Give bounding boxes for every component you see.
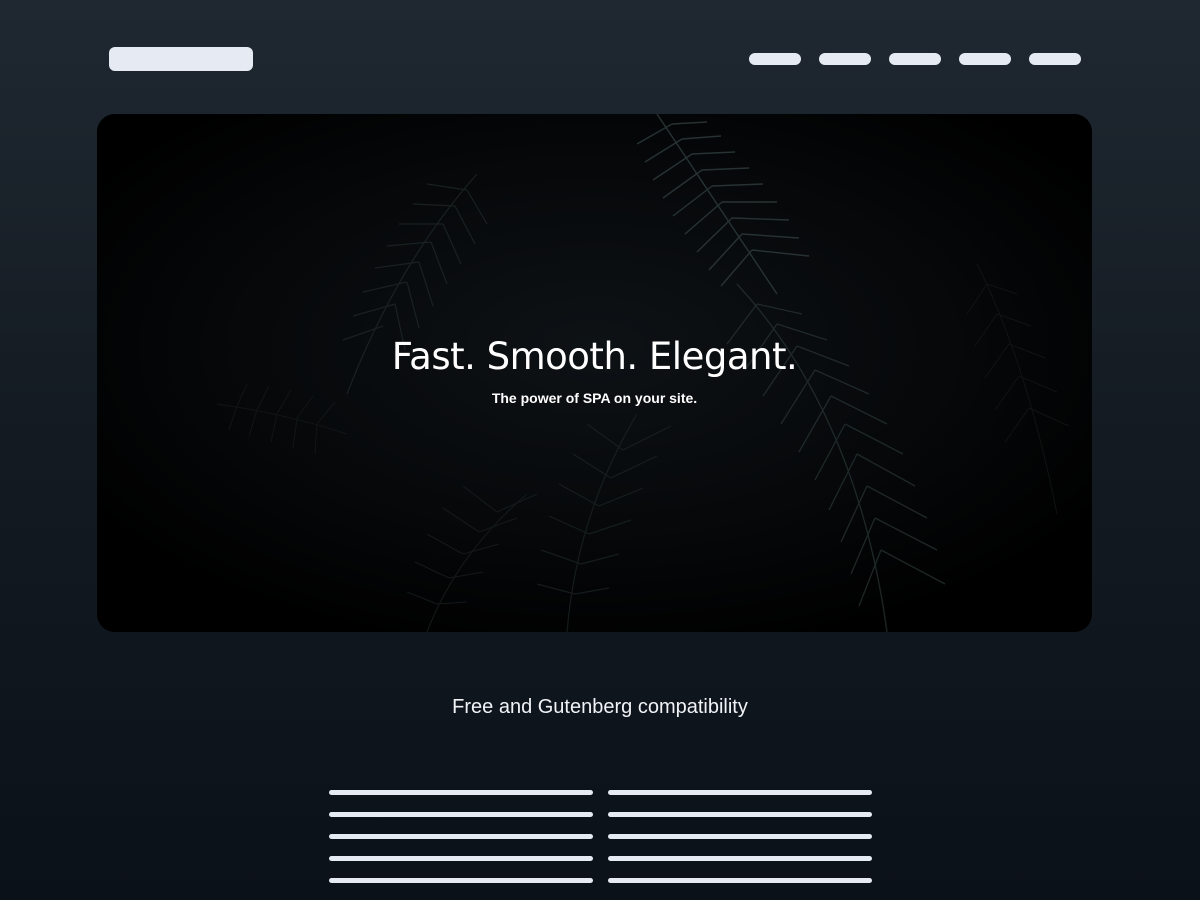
main-nav xyxy=(749,53,1081,65)
text-line-placeholder xyxy=(329,878,593,883)
text-line-placeholder xyxy=(329,856,593,861)
hero-text-block: Fast. Smooth. Elegant. The power of SPA … xyxy=(97,334,1092,406)
nav-item-3[interactable] xyxy=(889,53,941,65)
text-line-placeholder xyxy=(608,790,872,795)
text-line-placeholder xyxy=(608,812,872,817)
nav-item-1[interactable] xyxy=(749,53,801,65)
text-line-placeholder xyxy=(608,856,872,861)
features-heading: Free and Gutenberg compatibility xyxy=(452,696,748,718)
hero-banner: Fast. Smooth. Elegant. The power of SPA … xyxy=(97,114,1092,632)
placeholder-text-columns xyxy=(329,790,872,883)
text-column-left xyxy=(329,790,593,883)
text-column-right xyxy=(608,790,872,883)
text-line-placeholder xyxy=(329,812,593,817)
hero-title: Fast. Smooth. Elegant. xyxy=(391,335,798,378)
nav-item-4[interactable] xyxy=(959,53,1011,65)
nav-item-2[interactable] xyxy=(819,53,871,65)
hero-subtitle: The power of SPA on your site. xyxy=(491,390,698,406)
text-line-placeholder xyxy=(608,878,872,883)
site-logo-placeholder[interactable] xyxy=(109,47,253,71)
text-line-placeholder xyxy=(608,834,872,839)
text-line-placeholder xyxy=(329,834,593,839)
text-line-placeholder xyxy=(329,790,593,795)
nav-item-5[interactable] xyxy=(1029,53,1081,65)
